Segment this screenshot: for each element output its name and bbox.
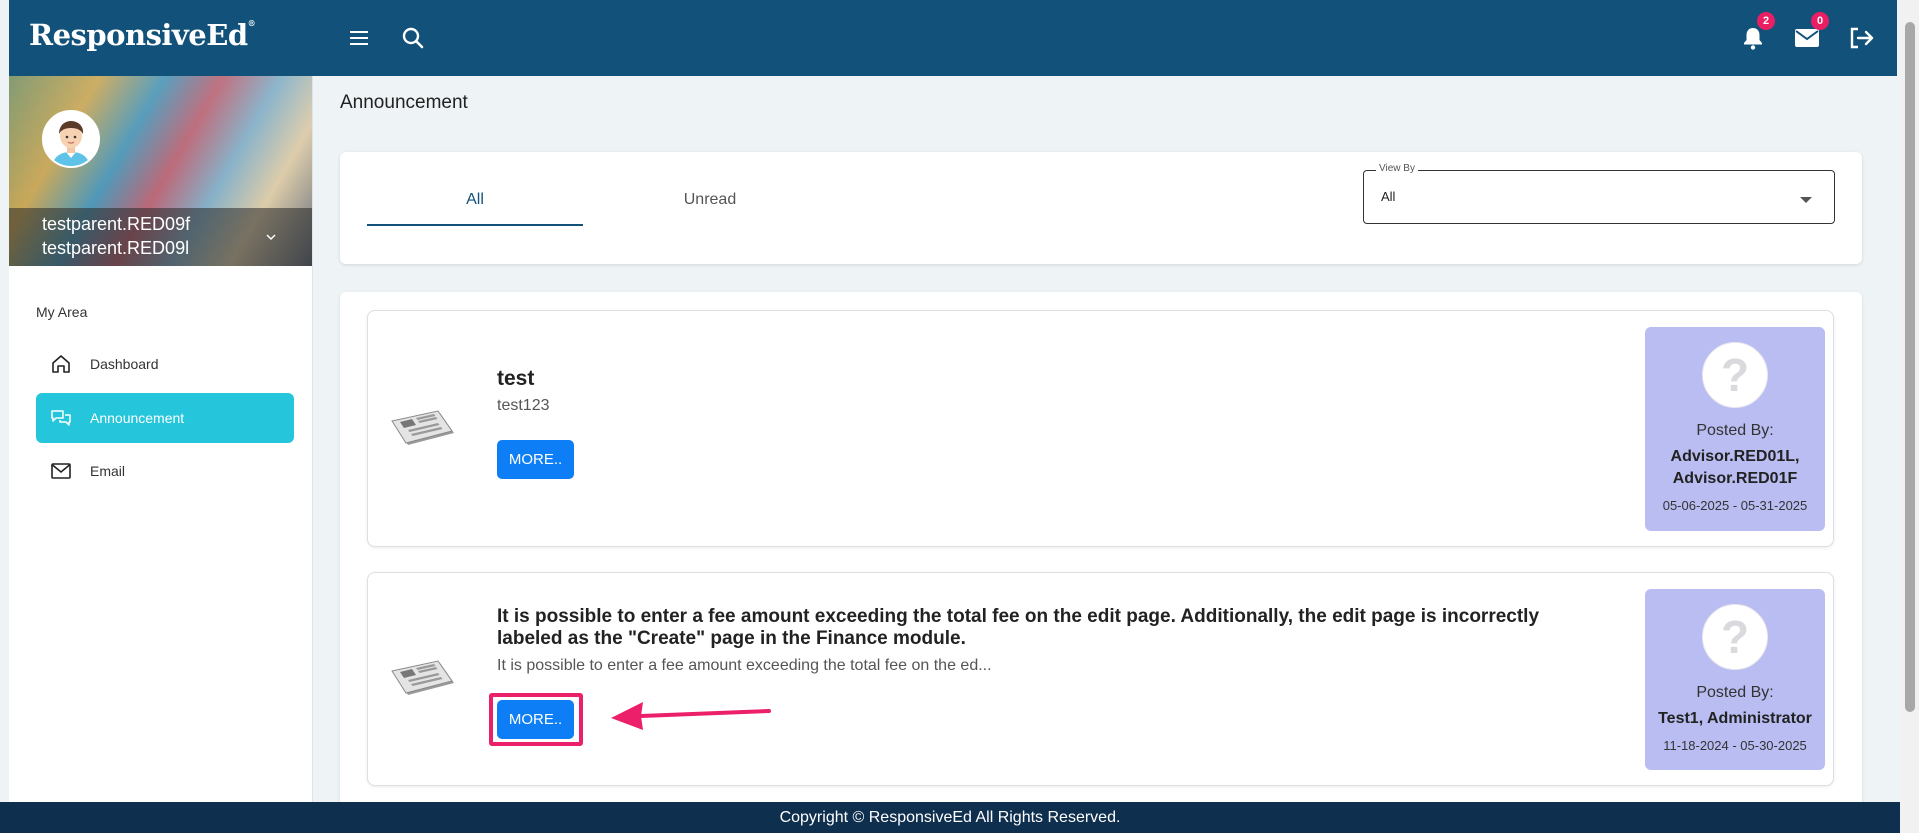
notifications-bell-icon[interactable]: 2 bbox=[1737, 12, 1775, 54]
announcement-description: test123 bbox=[497, 397, 550, 414]
search-icon[interactable] bbox=[397, 22, 429, 54]
newspaper-icon bbox=[390, 657, 456, 701]
unknown-user-icon: ? bbox=[1702, 342, 1768, 408]
home-icon bbox=[50, 353, 72, 375]
profile-name-line-1: testparent.RED09f bbox=[42, 214, 191, 234]
sidebar: testparent.RED09f testparent.RED09l My A… bbox=[9, 76, 313, 802]
page-scrollbar[interactable] bbox=[1900, 0, 1919, 833]
notifications-badge: 2 bbox=[1757, 12, 1775, 30]
posted-by-name: Test1, Administrator bbox=[1658, 710, 1812, 727]
posted-by-panel: ? Posted By: Test1, Administrator 11-18-… bbox=[1645, 589, 1825, 770]
date-range: 05-06-2025 - 05-31-2025 bbox=[1662, 498, 1808, 513]
view-by-select[interactable]: View By All bbox=[1363, 163, 1835, 224]
profile-panel: testparent.RED09f testparent.RED09l bbox=[9, 76, 312, 266]
annotation-arrow-icon bbox=[609, 698, 771, 739]
profile-name-bar[interactable]: testparent.RED09f testparent.RED09l bbox=[9, 208, 312, 266]
messages-mail-icon[interactable]: 0 bbox=[1791, 12, 1829, 54]
sidebar-item-label: Announcement bbox=[90, 410, 185, 426]
chevron-down-icon[interactable] bbox=[266, 228, 276, 246]
logo[interactable]: ResponsiveEd® bbox=[29, 18, 256, 52]
mail-icon bbox=[50, 460, 72, 482]
posted-by-panel: ? Posted By: Advisor.RED01L, Advisor.RED… bbox=[1645, 327, 1825, 531]
chat-icon bbox=[50, 407, 72, 429]
tab-all[interactable]: All bbox=[367, 184, 583, 226]
view-by-value: All bbox=[1381, 189, 1396, 204]
view-by-label: View By bbox=[1376, 163, 1418, 174]
announcement-card: test test123 MORE.. ? Posted By: Advisor… bbox=[367, 310, 1834, 547]
top-bar: ResponsiveEd® 2 0 bbox=[9, 0, 1897, 76]
profile-name-line-2: testparent.RED09l bbox=[42, 238, 190, 258]
more-button[interactable]: MORE.. bbox=[497, 700, 574, 739]
announcement-card: It is possible to enter a fee amount exc… bbox=[367, 572, 1834, 786]
announcement-title: It is possible to enter a fee amount exc… bbox=[497, 606, 1540, 649]
more-button[interactable]: MORE.. bbox=[497, 440, 574, 479]
caret-down-icon bbox=[1800, 197, 1812, 203]
posted-by-label: Posted By: bbox=[1696, 422, 1774, 439]
sidebar-item-label: Email bbox=[90, 463, 126, 479]
sidebar-item-email[interactable]: Email bbox=[36, 446, 294, 496]
messages-badge: 0 bbox=[1811, 12, 1829, 30]
page-title: Announcement bbox=[340, 92, 468, 113]
posted-by-label: Posted By: bbox=[1696, 684, 1774, 701]
sidebar-item-dashboard[interactable]: Dashboard bbox=[36, 339, 294, 389]
logout-icon[interactable] bbox=[1845, 22, 1877, 54]
newspaper-icon bbox=[390, 407, 456, 451]
scrollbar-thumb[interactable] bbox=[1905, 22, 1915, 712]
sidebar-item-announcement[interactable]: Announcement bbox=[36, 393, 294, 443]
announcement-description: It is possible to enter a fee amount exc… bbox=[497, 657, 992, 674]
date-range: 11-18-2024 - 05-30-2025 bbox=[1663, 738, 1807, 753]
section-label-my-area: My Area bbox=[36, 304, 88, 320]
menu-icon[interactable] bbox=[343, 22, 375, 54]
announcement-title: test bbox=[497, 367, 535, 390]
unknown-user-icon: ? bbox=[1702, 604, 1768, 670]
tabs-card: All Unread View By All bbox=[340, 152, 1862, 264]
announcement-list: test test123 MORE.. ? Posted By: Advisor… bbox=[340, 292, 1862, 812]
avatar bbox=[42, 110, 100, 168]
posted-by-name: Advisor.RED01L, Advisor.RED01F bbox=[1670, 448, 1800, 487]
footer: Copyright © ResponsiveEd All Rights Rese… bbox=[0, 802, 1900, 833]
sidebar-item-label: Dashboard bbox=[90, 356, 159, 372]
tab-unread[interactable]: Unread bbox=[602, 184, 818, 226]
